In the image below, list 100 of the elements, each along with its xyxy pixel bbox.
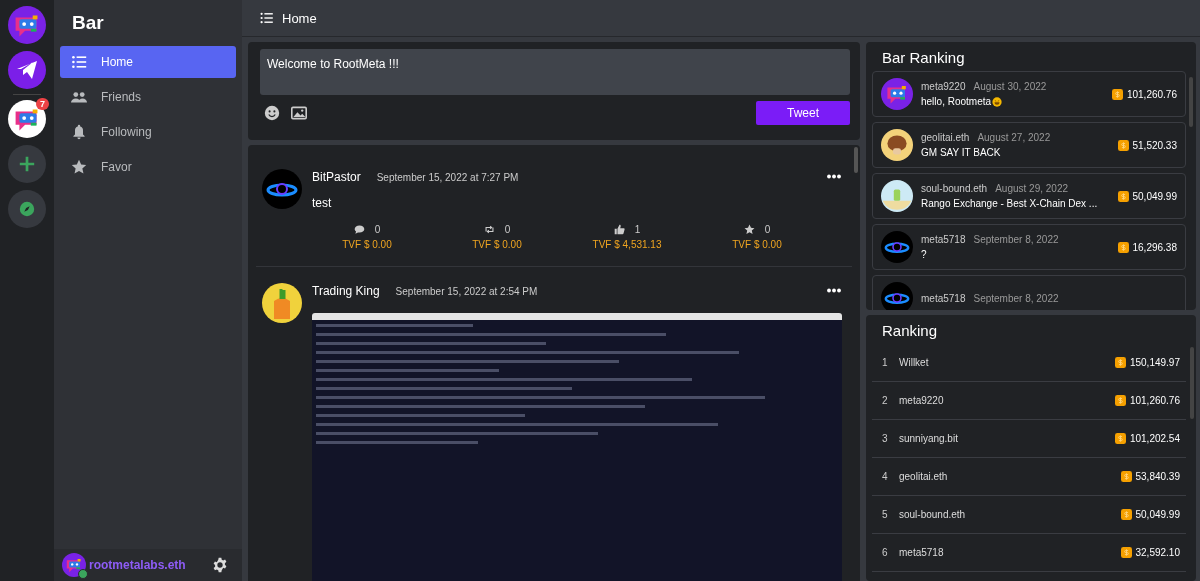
tip-value: TVF $ 0.00 (732, 239, 782, 250)
ranking-card[interactable]: soul-bound.eth August 29, 2022 Rango Exchange - Best X-Chain Dex ... 50,049.99 (872, 173, 1186, 219)
thumbs-up-icon[interactable] (613, 224, 625, 235)
sidebar-item[interactable]: Following (60, 116, 236, 148)
rank-number: 5 (882, 509, 889, 520)
retweet-icon[interactable] (483, 224, 495, 235)
panel-title: Bar Ranking (882, 49, 966, 66)
sidebar-item[interactable]: Favor (60, 151, 236, 183)
user-name: meta9220 (921, 81, 966, 92)
scrollbar-thumb[interactable] (1190, 347, 1194, 419)
amount: 16,296.38 (1132, 241, 1177, 253)
vortex-avatar (262, 169, 302, 209)
coin-icon (1117, 190, 1129, 202)
rank-number: 6 (882, 547, 889, 558)
coin-icon (1111, 88, 1123, 100)
vortex-avatar (881, 231, 913, 263)
user-name: geolitai.eth (899, 471, 948, 482)
user-name: soul-bound.eth (899, 509, 966, 520)
amount: 50,049.99 (1135, 509, 1180, 520)
user-name: meta5718 (899, 547, 944, 558)
message-preview: ? (921, 249, 927, 260)
stat-count: 0 (764, 224, 771, 235)
server-icon[interactable] (8, 6, 46, 44)
scrollbar-thumb[interactable] (1189, 77, 1193, 127)
tweet-input-field[interactable]: Welcome to RootMeta !!! (260, 49, 850, 95)
panel-title: Ranking (882, 322, 939, 339)
more-icon[interactable] (826, 288, 842, 294)
scrollbar-thumb[interactable] (854, 147, 858, 173)
user-name: meta5718 (921, 234, 966, 245)
tip-value: TVF $ 0.00 (472, 239, 522, 250)
robot-chat-avatar (881, 78, 913, 110)
post-date: August 29, 2022 (995, 183, 1068, 194)
message-preview: Rango Exchange - Best X-Chain Dex ... (921, 198, 1098, 209)
coin-icon (1120, 471, 1132, 482)
username: rootmetalabs.eth (89, 558, 187, 572)
stat-count: 1 (634, 224, 641, 235)
coin-icon (1114, 395, 1126, 406)
author-name[interactable]: BitPastor (312, 170, 361, 184)
amount: 51,520.33 (1132, 139, 1177, 151)
image-icon[interactable] (291, 105, 307, 121)
ranking-card[interactable]: meta5718 September 8, 2022 ? 16,296.38 (872, 224, 1186, 270)
page-title: Home (282, 10, 317, 26)
ranking-card[interactable]: geolitai.eth August 27, 2022 GM SAY IT BACK 51,520.33 (872, 122, 1186, 168)
stat-count: 0 (374, 224, 381, 235)
comment-icon[interactable] (353, 224, 365, 235)
user-name: sunniyang.bit (899, 433, 958, 444)
robot-chat-avatar (62, 553, 86, 577)
stat-count: 0 (504, 224, 511, 235)
rank-number: 3 (882, 433, 889, 444)
amount: 150,149.97 (1129, 357, 1180, 368)
user-name: geolitai.eth (921, 132, 970, 143)
amount: 101,260.76 (1129, 395, 1180, 406)
amount: 101,202.54 (1129, 433, 1180, 444)
amount: 101,260.76 (1126, 88, 1177, 100)
coin-icon (1120, 547, 1132, 558)
vortex-avatar (881, 282, 913, 310)
paper-plane-server-icon[interactable] (8, 51, 46, 89)
carrot-avatar (262, 283, 302, 323)
amount: 53,840.39 (1135, 471, 1180, 482)
user-name: Willket (899, 357, 929, 368)
emoji-icon[interactable] (264, 105, 280, 121)
post-date: September 8, 2022 (973, 292, 1059, 304)
user-name: meta9220 (899, 395, 944, 406)
sidebar-item[interactable]: Home (60, 46, 236, 78)
ranking-card[interactable]: meta9220 August 30, 2022 hello, Rootmeta 101,260.76 (872, 71, 1186, 117)
sidebar-title: Bar (72, 12, 105, 34)
coin-icon (1120, 509, 1132, 520)
tip-value: TVF $ 4,531.13 (592, 239, 662, 250)
rank-number: 1 (882, 357, 889, 368)
more-icon[interactable] (826, 174, 842, 180)
rank-number: 4 (882, 471, 889, 482)
message-preview: GM SAY IT BACK (921, 147, 1001, 158)
post-date: August 30, 2022 (973, 81, 1047, 92)
compass-icon[interactable] (8, 190, 46, 228)
post-date: August 27, 2022 (977, 132, 1051, 143)
notification-badge: 7 (36, 98, 49, 110)
coin-icon (1117, 139, 1129, 151)
tweet-button[interactable]: Tweet (756, 101, 850, 125)
mushroom-avatar (881, 129, 913, 161)
settings-icon[interactable] (212, 557, 228, 573)
menu-icon[interactable] (259, 11, 274, 25)
coin-icon (1117, 241, 1129, 253)
star-icon[interactable] (743, 224, 755, 235)
server-icon[interactable] (8, 100, 46, 138)
post-text: test (312, 196, 333, 210)
user-name: soul-bound.eth (921, 183, 988, 194)
tip-value: TVF $ 0.00 (342, 239, 392, 250)
post-time: September 15, 2022 at 7:27 PM (376, 171, 519, 183)
add-server-icon[interactable] (8, 145, 46, 183)
post-date: September 8, 2022 (973, 234, 1059, 245)
beach-avatar (881, 180, 913, 212)
ranking-card[interactable]: meta5718 September 8, 2022 (872, 275, 1186, 310)
user-name: meta5718 (921, 292, 966, 304)
author-name[interactable]: Trading King (312, 284, 380, 298)
message-preview: hello, Rootmeta (921, 96, 992, 107)
rank-number: 2 (882, 395, 889, 406)
amount: 32,592.10 (1135, 547, 1180, 558)
people-icon (71, 89, 87, 105)
laughing-emoji-icon (992, 96, 1003, 107)
sidebar-item[interactable]: Friends (60, 81, 236, 113)
